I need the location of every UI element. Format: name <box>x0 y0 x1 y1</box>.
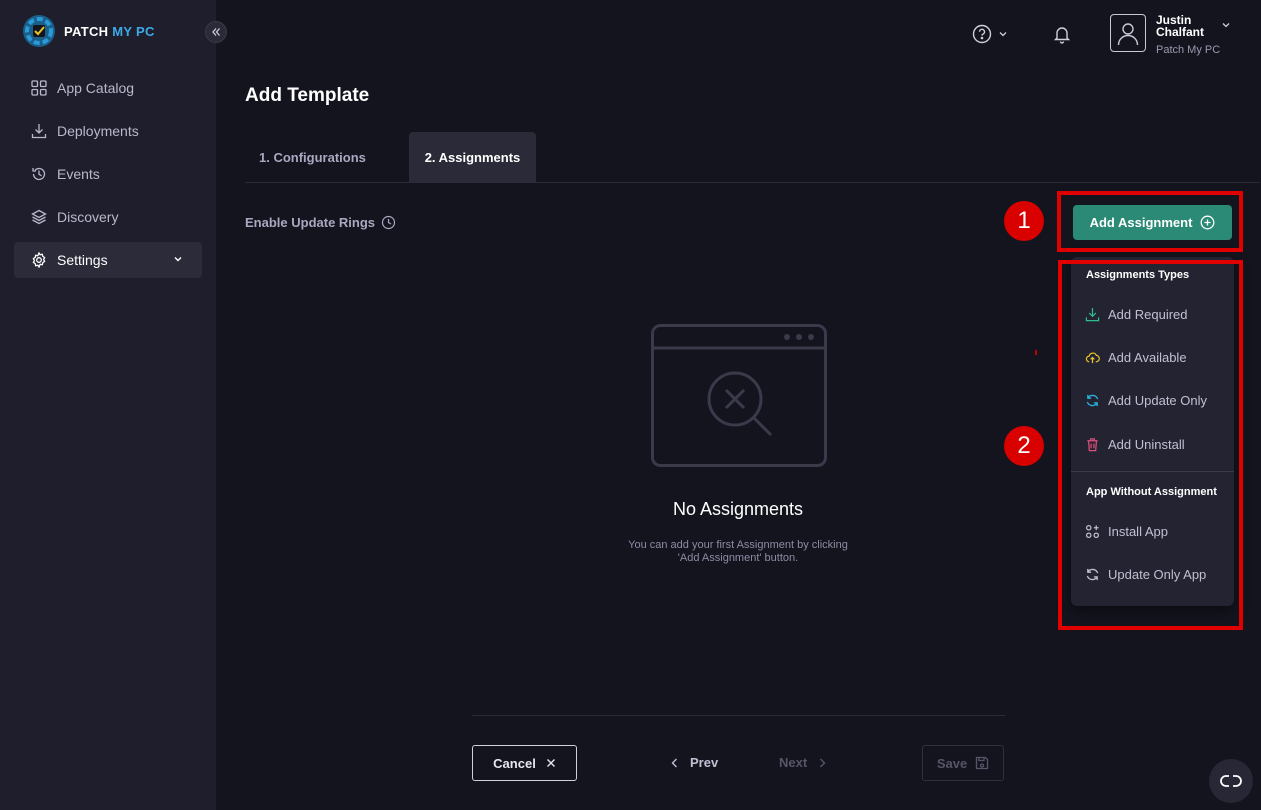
annotation-highlight-box <box>1057 191 1243 252</box>
save-label: Save <box>936 755 968 771</box>
next-button[interactable]: Next <box>779 755 827 770</box>
cancel-label: Cancel <box>493 755 536 771</box>
annotation-highlight-box <box>1058 260 1243 630</box>
help-icon <box>972 24 992 44</box>
chevrons-left-icon <box>212 28 220 36</box>
page-title: Add Template <box>245 85 370 106</box>
link-chat-icon <box>1220 775 1242 787</box>
brand-logo[interactable]: PATCH MY PC <box>22 14 155 48</box>
tab-assignments[interactable]: 2. Assignments <box>409 132 536 182</box>
sidebar-item-label: Deployments <box>57 123 139 139</box>
close-icon <box>546 759 555 767</box>
help-menu-button[interactable] <box>972 24 1008 44</box>
sidebar-item-events[interactable]: Events <box>14 156 202 192</box>
next-label: Next <box>779 755 808 770</box>
sidebar: PATCH MY PC App Catalog Deployments Even… <box>0 0 216 810</box>
chevron-left-icon <box>671 758 677 767</box>
notifications-button[interactable] <box>1052 24 1072 49</box>
sidebar-item-discovery[interactable]: Discovery <box>14 199 202 235</box>
download-icon <box>31 124 47 139</box>
empty-state-title: No Assignments <box>672 499 804 519</box>
sidebar-item-label: Discovery <box>57 209 119 225</box>
user-icon <box>1117 23 1139 46</box>
chevron-down-icon <box>999 32 1007 37</box>
chevron-right-icon <box>820 758 826 767</box>
sidebar-item-label: Events <box>57 166 100 182</box>
enable-update-rings[interactable]: Enable Update Rings <box>245 215 396 230</box>
prev-button[interactable]: Prev <box>670 755 718 770</box>
tab-configurations[interactable]: 1. Configurations <box>245 132 409 182</box>
collapse-sidebar-button[interactable] <box>205 21 227 43</box>
save-button[interactable]: Save <box>922 745 1004 781</box>
tab-bar: 1. Configurations 2. Assignments <box>245 132 1260 183</box>
chevron-down-icon[interactable] <box>1221 20 1231 30</box>
prev-label: Prev <box>690 755 719 770</box>
user-org: Patch My PC <box>1156 44 1221 56</box>
layers-icon <box>31 209 47 225</box>
sidebar-item-label: Settings <box>57 252 108 268</box>
history-icon <box>32 167 46 181</box>
chat-support-button[interactable] <box>1209 759 1253 803</box>
annotation-badge: 2 <box>1004 426 1044 466</box>
annotation-mark <box>1035 350 1037 355</box>
sidebar-item-app-catalog[interactable]: App Catalog <box>14 70 202 106</box>
gear-icon <box>32 252 46 268</box>
sidebar-item-settings[interactable]: Settings <box>14 242 202 278</box>
footer-divider <box>472 715 1005 716</box>
user-menu[interactable]: Justin Chalfant Patch My PC <box>1110 14 1236 56</box>
sidebar-item-label: App Catalog <box>57 80 135 96</box>
bell-icon <box>1053 27 1071 44</box>
clock-info-icon <box>381 215 396 230</box>
annotation-badge: 1 <box>1004 201 1044 241</box>
grid-icon <box>31 80 47 96</box>
empty-search-illustration-icon <box>651 324 827 467</box>
floppy-disk-icon <box>976 756 989 770</box>
avatar <box>1110 14 1146 52</box>
sidebar-nav: App Catalog Deployments Events Discovery <box>14 70 202 285</box>
empty-state-description: You can add your first Assignment by cli… <box>628 539 848 564</box>
sidebar-item-deployments[interactable]: Deployments <box>14 113 202 149</box>
brand-name: PATCH MY PC <box>64 23 155 39</box>
cancel-button[interactable]: Cancel <box>472 745 577 781</box>
update-rings-label: Enable Update Rings <box>245 215 376 230</box>
patch-my-pc-logo-icon <box>23 15 55 47</box>
chevron-down-icon <box>174 257 182 262</box>
